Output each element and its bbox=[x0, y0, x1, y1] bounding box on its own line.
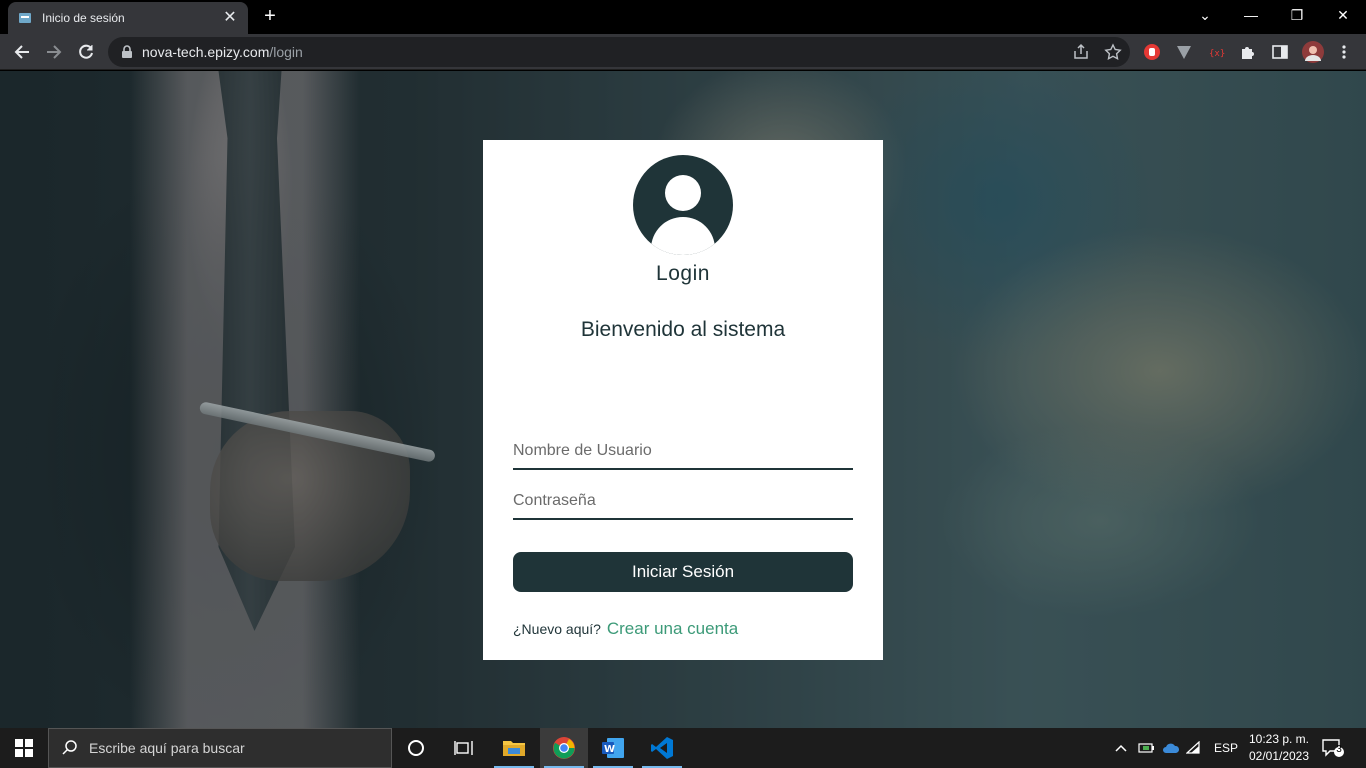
reload-button[interactable] bbox=[72, 38, 100, 66]
folder-icon bbox=[503, 741, 525, 756]
back-arrow-icon bbox=[14, 45, 29, 59]
word-button[interactable]: W bbox=[589, 728, 637, 768]
search-placeholder: Escribe aquí para buscar bbox=[89, 740, 245, 756]
chrome-icon bbox=[553, 737, 575, 759]
code-extension-icon[interactable]: {x} bbox=[1206, 42, 1226, 62]
clock-time: 10:23 p. m. bbox=[1248, 732, 1310, 746]
login-title: Login bbox=[656, 262, 710, 285]
username-input[interactable] bbox=[513, 434, 853, 470]
task-view-icon bbox=[454, 741, 473, 755]
start-button[interactable] bbox=[0, 728, 48, 768]
stop-extension-icon[interactable] bbox=[1142, 42, 1162, 62]
new-here-text: ¿Nuevo aquí? bbox=[513, 621, 601, 637]
chrome-button[interactable] bbox=[540, 728, 588, 768]
close-window-button[interactable]: ✕ bbox=[1320, 0, 1366, 30]
login-page: Login Bienvenido al sistema Iniciar Sesi… bbox=[0, 71, 1366, 728]
address-bar[interactable]: nova-tech.epizy.com/login bbox=[108, 37, 1130, 67]
system-tray: ESP bbox=[1114, 728, 1238, 768]
new-tab-button[interactable]: + bbox=[260, 6, 280, 26]
windows-taskbar: Escribe aquí para buscar W ESP 10:23 p. … bbox=[0, 728, 1366, 768]
back-button[interactable] bbox=[8, 38, 36, 66]
browser-menu-icon[interactable] bbox=[1334, 42, 1354, 62]
side-panel-icon[interactable] bbox=[1270, 42, 1290, 62]
login-button[interactable]: Iniciar Sesión bbox=[513, 552, 853, 592]
taskbar-search[interactable]: Escribe aquí para buscar bbox=[48, 728, 392, 768]
taskbar-clock[interactable]: 10:23 p. m. 02/01/2023 bbox=[1240, 731, 1318, 765]
cortana-circle-icon bbox=[408, 740, 424, 756]
password-input[interactable] bbox=[513, 484, 853, 520]
word-icon: W bbox=[602, 738, 624, 758]
browser-toolbar: nova-tech.epizy.com/login {x} bbox=[0, 34, 1366, 70]
onedrive-cloud-icon[interactable] bbox=[1162, 741, 1180, 755]
bookmark-star-icon[interactable] bbox=[1104, 43, 1122, 61]
windows-logo-icon bbox=[15, 739, 33, 757]
task-view-button[interactable] bbox=[440, 728, 488, 768]
url-host: nova-tech.epizy.com bbox=[142, 44, 270, 60]
forward-button[interactable] bbox=[40, 38, 68, 66]
battery-icon[interactable] bbox=[1138, 741, 1156, 755]
svg-text:{x}: {x} bbox=[1209, 49, 1225, 59]
input-language[interactable]: ESP bbox=[1214, 741, 1238, 755]
tab-close-icon[interactable]: ✕ bbox=[222, 10, 238, 26]
login-card: Login Bienvenido al sistema Iniciar Sesi… bbox=[483, 140, 883, 660]
action-center-button[interactable]: 3 bbox=[1322, 738, 1344, 758]
reload-icon bbox=[79, 44, 93, 59]
minimize-button[interactable]: — bbox=[1228, 0, 1274, 30]
cortana-button[interactable] bbox=[392, 728, 440, 768]
vscode-button[interactable] bbox=[638, 728, 686, 768]
welcome-heading: Bienvenido al sistema bbox=[580, 318, 786, 341]
tab-title: Inicio de sesión bbox=[42, 11, 125, 25]
browser-tab[interactable]: Inicio de sesión ✕ bbox=[8, 2, 248, 34]
wifi-icon[interactable] bbox=[1186, 741, 1202, 755]
file-explorer-button[interactable] bbox=[490, 728, 538, 768]
vscode-icon bbox=[651, 737, 673, 759]
signup-prompt: ¿Nuevo aquí? Crear una cuenta bbox=[513, 619, 738, 639]
user-avatar-icon bbox=[633, 155, 733, 255]
profile-avatar[interactable] bbox=[1302, 41, 1324, 63]
share-icon[interactable] bbox=[1072, 43, 1090, 61]
forward-arrow-icon bbox=[47, 45, 62, 59]
restore-button[interactable]: ❐ bbox=[1274, 0, 1320, 30]
svg-text:W: W bbox=[604, 744, 615, 755]
lock-icon bbox=[122, 45, 132, 58]
extensions-puzzle-icon[interactable] bbox=[1238, 42, 1258, 62]
tab-search-button[interactable]: ⌄ bbox=[1182, 0, 1228, 30]
clock-date: 02/01/2023 bbox=[1248, 749, 1310, 763]
notification-count: 3 bbox=[1336, 744, 1342, 755]
site-favicon-icon bbox=[18, 11, 32, 25]
url-path: /login bbox=[269, 44, 303, 60]
vpn-extension-icon[interactable] bbox=[1174, 42, 1194, 62]
create-account-link[interactable]: Crear una cuenta bbox=[607, 619, 738, 638]
browser-tabstrip: Inicio de sesión ✕ + ⌄ — ❐ ✕ bbox=[0, 0, 1366, 34]
chevron-up-icon[interactable] bbox=[1114, 741, 1128, 755]
search-icon bbox=[62, 740, 77, 755]
